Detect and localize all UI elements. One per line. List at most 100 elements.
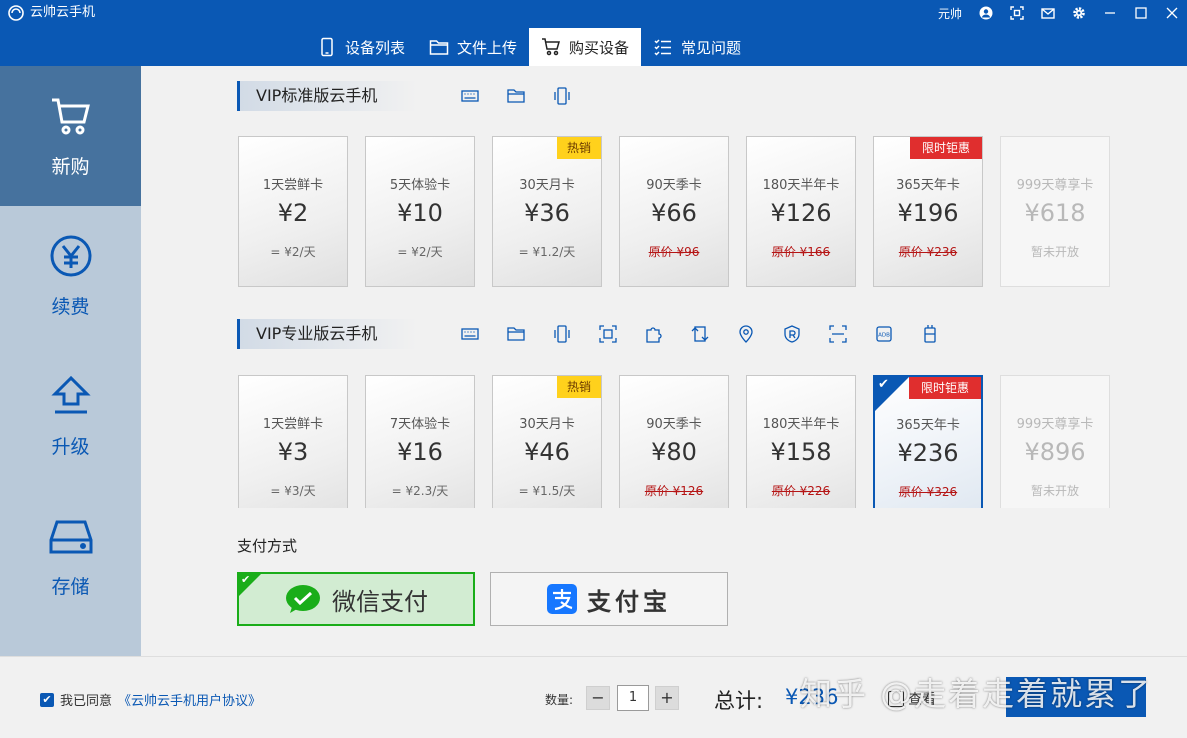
phone-vibrate-icon [539, 319, 585, 349]
total-label: 总计: [714, 689, 764, 713]
scan-icon [815, 319, 861, 349]
limited-offer-badge: 限时钜惠 [910, 137, 982, 159]
rotate-icon [677, 319, 723, 349]
plan-card-pro-7d[interactable]: 7天体验卡 ¥16 = ¥2.3/天 [365, 375, 475, 508]
cart-icon [542, 38, 561, 56]
settings-gear-icon[interactable] [1063, 0, 1094, 26]
plan-price: ¥36 [524, 199, 570, 227]
plan-card-std-90d[interactable]: 90天季卡 ¥66 原价 ¥96 [619, 136, 729, 287]
tab-device-list[interactable]: 设备列表 [305, 28, 417, 66]
plan-status: 暂未开放 [1030, 245, 1079, 259]
folder-icon [429, 40, 449, 55]
agree-text: 我已同意 [60, 694, 113, 709]
sidebar-item-label: 存储 [51, 575, 90, 598]
tab-label: 常见问题 [681, 38, 742, 57]
folder-icon [493, 319, 539, 349]
plan-price: ¥896 [1024, 438, 1086, 466]
agreement-link[interactable]: 《云帅云手机用户协议》 [118, 690, 261, 709]
plan-price: ¥66 [651, 199, 697, 227]
location-icon [723, 319, 769, 349]
agreement-row: ✔ 我已同意 《云帅云手机用户协议》 [40, 690, 261, 709]
plan-card-std-30d[interactable]: 热销 30天月卡 ¥36 = ¥1.2/天 [492, 136, 602, 287]
tab-faq[interactable]: 常见问题 [641, 28, 753, 66]
quantity-decrease-button[interactable]: − [586, 686, 610, 710]
alipay-label: 支付宝 [587, 587, 671, 616]
alipay-icon [547, 584, 577, 614]
plan-status: 暂未开放 [1030, 484, 1079, 498]
limited-offer-badge: 限时钜惠 [909, 377, 981, 399]
original-price: 原价 ¥166 [771, 245, 831, 259]
plan-name: 999天尊享卡 [1016, 417, 1094, 432]
plan-card-std-180d[interactable]: 180天半年卡 ¥126 原价 ¥166 [746, 136, 856, 287]
tab-label: 购买设备 [569, 38, 630, 57]
wechat-pay-button[interactable]: ✔ 微信支付 [237, 572, 475, 626]
feature-icons-standard [447, 81, 585, 111]
original-price: 原价 ¥96 [648, 245, 700, 259]
maximize-icon[interactable] [1125, 0, 1156, 26]
plan-price: ¥126 [770, 199, 832, 227]
plan-card-std-365d[interactable]: 限时钜惠 365天年卡 ¥196 原价 ¥236 [873, 136, 983, 287]
fullscreen-icon[interactable] [1001, 0, 1032, 26]
plan-name: 1天尝鲜卡 [262, 178, 324, 193]
keyboard-icon [447, 81, 493, 111]
plan-card-pro-999d: 999天尊享卡 ¥896 暂未开放 [1000, 375, 1110, 508]
minimize-icon[interactable] [1094, 0, 1125, 26]
cart-icon [51, 98, 90, 134]
screenshot-icon [585, 319, 631, 349]
quantity-input[interactable]: 1 [617, 685, 649, 711]
plan-price: ¥16 [397, 438, 443, 466]
section-title-pro: VIP专业版云手机 [237, 319, 417, 349]
main-tabs: 设备列表 文件上传 购买设备 常见问题 [305, 28, 753, 66]
plan-card-std-5d[interactable]: 5天体验卡 ¥10 = ¥2/天 [365, 136, 475, 287]
plan-name: 30天月卡 [519, 178, 575, 193]
sidebar-item-storage[interactable]: 存储 [0, 486, 141, 626]
plan-card-std-999d: 999天尊享卡 ¥618 暂未开放 [1000, 136, 1110, 287]
sidebar-item-label: 续费 [51, 295, 90, 318]
user-name[interactable]: 元帅 [938, 5, 962, 22]
faq-list-icon [654, 39, 672, 56]
cards-pro: 1天尝鲜卡 ¥3 = ¥3/天 7天体验卡 ¥16 = ¥2.3/天 热销 30… [238, 375, 1110, 508]
watermark-text: 知乎 @走着走着就累了 [800, 675, 1153, 713]
plan-price: ¥46 [524, 438, 570, 466]
quantity-increase-button[interactable]: + [655, 686, 679, 710]
tab-buy-device[interactable]: 购买设备 [529, 28, 642, 66]
sidebar-item-renew[interactable]: 续费 [0, 206, 141, 346]
alipay-button[interactable]: 支付宝 [490, 572, 728, 626]
plan-name: 7天体验卡 [389, 417, 451, 432]
window-controls: 元帅 [938, 0, 1187, 26]
plan-name: 90天季卡 [646, 417, 702, 432]
plan-name: 365天年卡 [896, 418, 960, 433]
plan-card-pro-90d[interactable]: 90天季卡 ¥80 原价 ¥126 [619, 375, 729, 508]
avatar-icon[interactable] [970, 0, 1001, 26]
adb-icon: ADB [861, 319, 907, 349]
app-title: 云帅云手机 [30, 5, 96, 20]
svg-text:ADB: ADB [878, 333, 890, 339]
plan-card-std-1d[interactable]: 1天尝鲜卡 ¥2 = ¥2/天 [238, 136, 348, 287]
close-icon[interactable] [1156, 0, 1187, 26]
quantity-label: 数量: [545, 693, 574, 707]
plan-price: ¥236 [897, 439, 959, 467]
original-price: 原价 ¥226 [771, 484, 831, 498]
hot-badge: 热销 [557, 137, 601, 159]
footer-bar: ✔ 我已同意 《云帅云手机用户协议》 数量: − 1 + 总计: ¥236 查看… [0, 656, 1187, 738]
original-price: 原价 ¥326 [898, 485, 958, 499]
folder-icon [493, 81, 539, 111]
tab-file-upload[interactable]: 文件上传 [417, 28, 529, 66]
original-price: 原价 ¥126 [644, 484, 704, 498]
plan-name: 180天半年卡 [762, 417, 840, 432]
sidebar-item-upgrade[interactable]: 升级 [0, 346, 141, 486]
wechat-pay-label: 微信支付 [332, 587, 428, 616]
plan-card-pro-365d[interactable]: ✔ 限时钜惠 365天年卡 ¥236 原价 ¥326 [873, 375, 983, 508]
plan-name: 30天月卡 [519, 417, 575, 432]
agree-checkbox[interactable]: ✔ [40, 692, 54, 707]
plan-name: 1天尝鲜卡 [262, 417, 324, 432]
mail-icon[interactable] [1032, 0, 1063, 26]
sidebar-item-new-purchase[interactable]: 新购 [0, 66, 141, 206]
plan-card-pro-1d[interactable]: 1天尝鲜卡 ¥3 = ¥3/天 [238, 375, 348, 508]
title-bar: 云帅云手机 元帅 设备列表 文件上传 购买设备 常见问题 [0, 0, 1187, 66]
cards-standard: 1天尝鲜卡 ¥2 = ¥2/天 5天体验卡 ¥10 = ¥2/天 热销 30天月… [238, 136, 1110, 287]
plan-card-pro-180d[interactable]: 180天半年卡 ¥158 原价 ¥226 [746, 375, 856, 508]
section-title-standard: VIP标准版云手机 [237, 81, 417, 111]
purchase-panel: VIP标准版云手机 1天尝鲜卡 ¥2 = ¥2/天 5天体验卡 ¥10 = ¥2… [141, 66, 1187, 656]
plan-card-pro-30d[interactable]: 热销 30天月卡 ¥46 = ¥1.5/天 [492, 375, 602, 508]
